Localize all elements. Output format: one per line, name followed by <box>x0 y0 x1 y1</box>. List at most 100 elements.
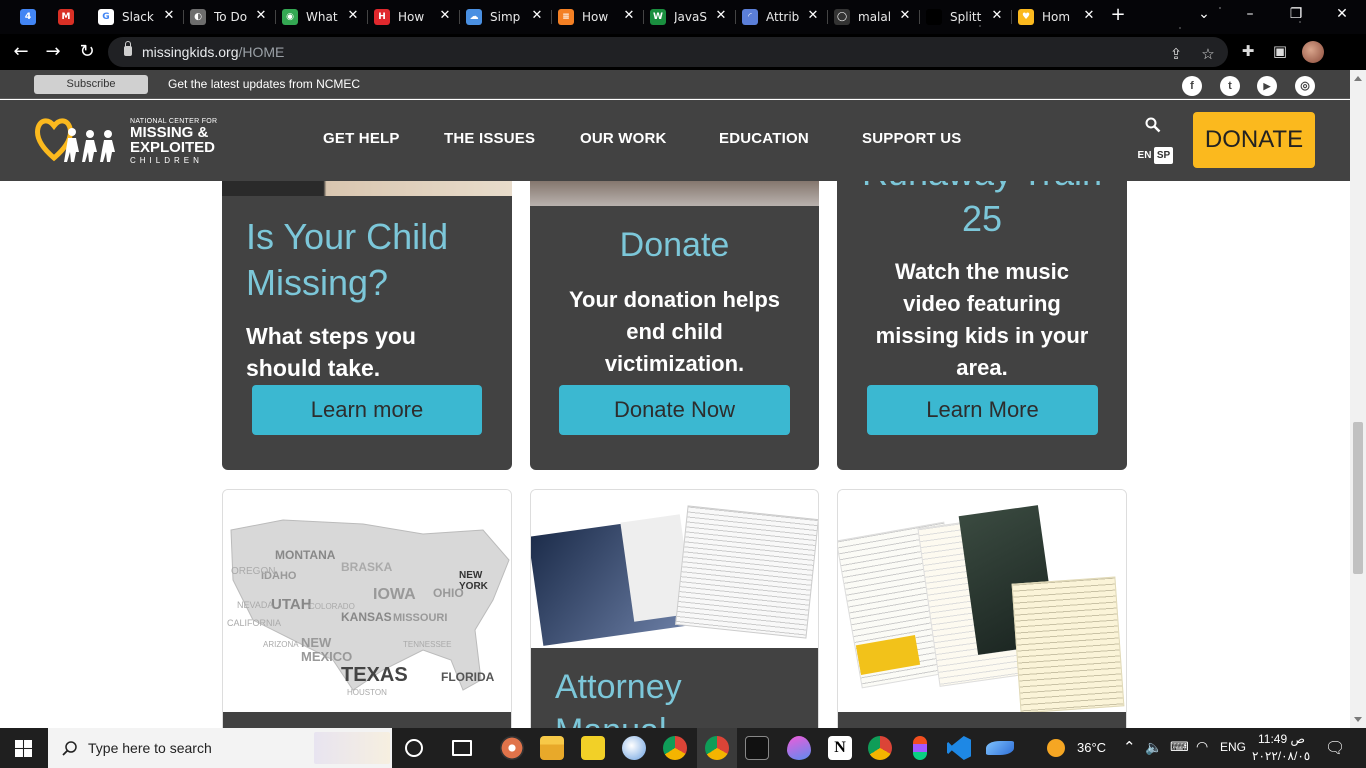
chrome-icon[interactable] <box>663 736 687 760</box>
task-view-icon[interactable] <box>452 740 472 756</box>
browser-tab[interactable]: ≡ How ✕ <box>558 6 636 28</box>
bluebird-app-icon[interactable] <box>986 741 1014 755</box>
learn-more-button[interactable]: Learn more <box>252 385 482 435</box>
tab-separator <box>275 10 276 24</box>
browser-tab[interactable]: ◐ To Do ✕ <box>190 6 268 28</box>
browser-tab[interactable]: H How ✕ <box>374 6 452 28</box>
tab-close-icon[interactable]: ✕ <box>346 8 360 23</box>
youtube-icon[interactable]: ▶ <box>1257 76 1277 96</box>
subscribe-message: Get the latest updates from NCMEC <box>168 77 361 91</box>
bookmark-star-icon[interactable]: ☆ <box>1198 45 1218 63</box>
input-language-text[interactable]: ENG <box>1220 740 1246 754</box>
browser-tab[interactable]: ♥ Hom ✕ <box>1018 6 1096 28</box>
tab-close-icon[interactable]: ✕ <box>530 8 544 23</box>
scrollbar-thumb[interactable] <box>1353 422 1363 574</box>
clock-time[interactable]: 11:49 ص <box>1258 732 1305 746</box>
card-donate: Donate Your donation helps end child vic… <box>530 130 819 470</box>
tab-search-icon[interactable]: ⌄ <box>1194 6 1214 22</box>
language-sp-button[interactable]: SP <box>1154 147 1173 164</box>
ncmec-logo[interactable]: NATIONAL CENTER FOR MISSING & EXPLOITED … <box>34 112 244 168</box>
side-panel-icon[interactable]: ▣ <box>1270 42 1290 60</box>
chrome-profile-icon[interactable] <box>705 736 729 760</box>
card-runaway-train: Runaway Train 25 Watch the music video f… <box>837 130 1127 470</box>
browser-tab[interactable]: M <box>58 6 78 28</box>
nav-link-the-issues[interactable]: THE ISSUES <box>444 130 535 147</box>
windows-start-icon[interactable] <box>15 740 32 757</box>
language-en-button[interactable]: EN <box>1135 147 1154 164</box>
profile-avatar[interactable] <box>1302 41 1324 63</box>
card-brochure[interactable] <box>837 489 1127 728</box>
figma-icon[interactable] <box>913 736 927 760</box>
tab-separator <box>919 10 920 24</box>
tab-close-icon[interactable]: ✕ <box>990 8 1004 23</box>
browser-tab[interactable]: ☁ Simp ✕ <box>466 6 544 28</box>
tab-close-icon[interactable]: ✕ <box>714 8 728 23</box>
notifications-icon[interactable]: 🗨 <box>1325 738 1345 758</box>
temperature-text[interactable]: 36°C <box>1077 740 1106 755</box>
drop-app-icon[interactable] <box>787 736 811 760</box>
chrome-icon-2[interactable] <box>868 736 892 760</box>
facebook-icon[interactable]: f <box>1182 76 1202 96</box>
card-child-missing: Is Your Child Missing? What steps you sh… <box>222 130 512 470</box>
forward-icon[interactable]: → <box>42 41 64 63</box>
tab-favicon-icon: ≡ <box>558 9 574 25</box>
nav-link-support-us[interactable]: SUPPORT US <box>862 130 962 147</box>
clock-date[interactable]: ٢٠٢٢/٠٨/٠٥ <box>1252 749 1310 763</box>
learn-more-button[interactable]: Learn More <box>867 385 1098 435</box>
close-window-button[interactable]: ✕ <box>1332 6 1352 22</box>
address-bar[interactable]: missingkids.org/HOME ⇪ ☆ <box>108 37 1228 67</box>
chevron-up-icon[interactable]: ⌃ <box>1123 738 1136 756</box>
browser-tab[interactable]: ◯ malal ✕ <box>834 6 912 28</box>
file-explorer-icon[interactable] <box>540 736 564 760</box>
scroll-down-icon[interactable] <box>1354 717 1362 722</box>
nav-link-our-work[interactable]: OUR WORK <box>580 130 667 147</box>
tab-close-icon[interactable]: ✕ <box>898 8 912 23</box>
paint-icon[interactable] <box>622 736 646 760</box>
share-icon[interactable]: ⇪ <box>1166 45 1186 63</box>
minimize-button[interactable]: – <box>1240 6 1260 22</box>
donate-button[interactable]: DONATE <box>1193 112 1315 168</box>
taskbar-search-box[interactable]: Type here to search <box>48 728 392 768</box>
card-attorney-manual[interactable]: Attorney Manual <box>530 489 819 728</box>
card-us-map[interactable]: MONTANA IDAHO UTAH NEW MEXICO TEXAS KANS… <box>222 489 512 728</box>
tab-favicon-icon: ◐ <box>190 9 206 25</box>
tab-close-icon[interactable]: ✕ <box>162 8 176 23</box>
weather-sun-icon[interactable] <box>1047 739 1065 757</box>
keyboard-icon[interactable]: ⌨ <box>1170 739 1189 755</box>
media-player-icon[interactable] <box>500 736 524 760</box>
donate-now-button[interactable]: Donate Now <box>559 385 790 435</box>
browser-tab[interactable]: 4 <box>20 6 40 28</box>
map-label: NEW MEXICO <box>301 635 353 664</box>
browser-tab[interactable]: W JavaS ✕ <box>650 6 728 28</box>
terminal-icon[interactable] <box>745 736 769 760</box>
volume-icon[interactable]: 🔈 <box>1145 739 1162 756</box>
subscribe-button[interactable]: Subscribe <box>34 75 148 94</box>
browser-tab[interactable]: ◜ Attrib ✕ <box>742 6 820 28</box>
page-scrollbar[interactable] <box>1350 70 1366 728</box>
back-icon[interactable]: ← <box>10 41 32 63</box>
tab-close-icon[interactable]: ✕ <box>806 8 820 23</box>
notion-icon[interactable]: N <box>828 736 852 760</box>
nav-link-education[interactable]: EDUCATION <box>719 130 809 147</box>
browser-tab[interactable]: ◉ What ✕ <box>282 6 360 28</box>
tab-close-icon[interactable]: ✕ <box>438 8 452 23</box>
vscode-icon[interactable] <box>947 736 971 760</box>
extensions-icon[interactable]: ✚ <box>1238 42 1258 60</box>
tab-close-icon[interactable]: ✕ <box>622 8 636 23</box>
browser-tab[interactable]: G Slack ✕ <box>98 6 176 28</box>
reload-icon[interactable]: ↻ <box>76 41 98 63</box>
tab-close-icon[interactable]: ✕ <box>254 8 268 23</box>
wifi-icon[interactable]: ◠ <box>1196 738 1208 755</box>
tab-close-icon[interactable]: ✕ <box>1082 8 1096 23</box>
scroll-up-icon[interactable] <box>1354 76 1362 81</box>
maximize-button[interactable]: ❐ <box>1286 6 1306 22</box>
twitter-icon[interactable]: t <box>1220 76 1240 96</box>
browser-tab[interactable]: Splitt ✕ <box>926 6 1004 28</box>
search-icon[interactable] <box>1145 117 1161 133</box>
nav-link-get-help[interactable]: GET HELP <box>323 130 400 147</box>
instagram-icon[interactable]: ◎ <box>1295 76 1315 96</box>
map-label: NEVADA <box>237 600 274 610</box>
sticky-notes-icon[interactable] <box>581 736 605 760</box>
new-tab-button[interactable]: + <box>1108 4 1128 25</box>
cortana-icon[interactable] <box>405 739 423 757</box>
